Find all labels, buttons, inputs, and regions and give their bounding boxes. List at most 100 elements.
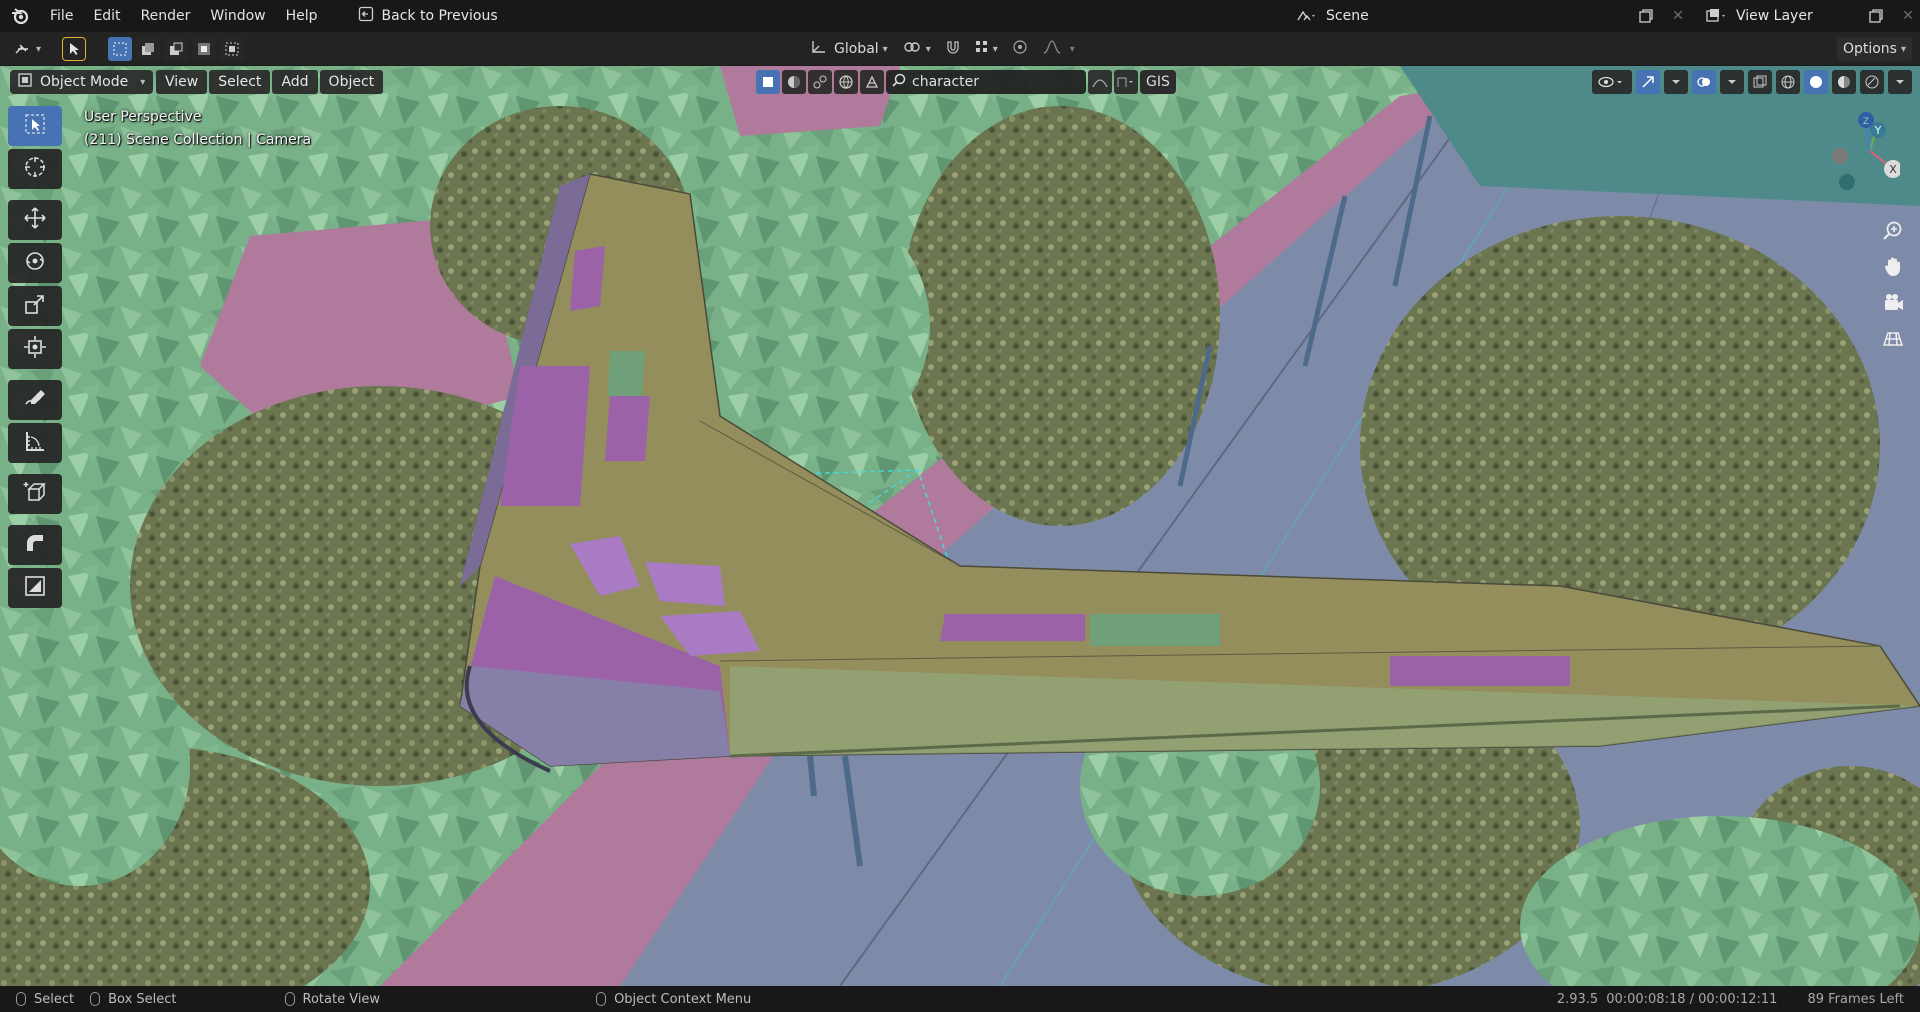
scene-selector[interactable]: Scene ✕ (1280, 3, 1690, 29)
gis-menu[interactable]: GIS (1140, 70, 1176, 94)
xray-toggle-icon[interactable] (1748, 70, 1772, 94)
options-dropdown[interactable]: Options ▾ (1836, 37, 1912, 61)
object-filter-icon[interactable] (756, 70, 780, 94)
orientation-icon (810, 39, 828, 59)
visibility-dropdown[interactable] (1592, 70, 1632, 94)
pivot-icon (902, 39, 922, 59)
overlays-toggle-icon[interactable] (1692, 70, 1716, 94)
curve-filter-icon[interactable] (1088, 70, 1112, 94)
magnet-icon (945, 39, 961, 59)
rendered-shading-icon[interactable] (1860, 70, 1884, 94)
material-filter-icon[interactable] (782, 70, 806, 94)
tool-rotate[interactable] (8, 243, 62, 283)
transform-orientation-group: Global ▾ ▾ ▾ ▾ (804, 36, 1081, 62)
tool-select-box[interactable] (8, 106, 62, 146)
orientation-dropdown[interactable]: Global ▾ (804, 37, 894, 61)
tool-add-cube[interactable] (8, 474, 62, 514)
viewport-menu-select[interactable]: Select (209, 70, 271, 94)
menu-render[interactable]: Render (131, 0, 201, 32)
tool-cursor[interactable] (8, 149, 62, 189)
select-box-icon (24, 113, 46, 139)
status-rotate-view: Rotate View (284, 992, 380, 1007)
intersect-selection-icon[interactable] (220, 37, 244, 61)
viewport-menus: View Select Add Object (156, 70, 384, 94)
remove-scene-icon[interactable]: ✕ (1666, 4, 1690, 28)
tool-shear[interactable] (8, 568, 62, 608)
ortho-grid-icon[interactable] (1878, 320, 1908, 356)
annotate-icon (23, 386, 47, 414)
world-filter-icon[interactable] (834, 70, 858, 94)
viewport-menu-add[interactable]: Add (272, 70, 318, 94)
gizmo-toggle-icon[interactable] (1636, 70, 1660, 94)
nodes-filter-icon[interactable] (808, 70, 832, 94)
menu-help[interactable]: Help (276, 0, 328, 32)
zoom-icon[interactable] (1878, 212, 1908, 248)
3d-viewport[interactable]: Object Mode ▾ View Select Add Object cha… (0, 66, 1920, 986)
viewport-shading-bar (1592, 70, 1912, 94)
search-field[interactable]: character (886, 70, 1086, 94)
chevron-down-icon: ▾ (1900, 43, 1906, 55)
editor-type-selector[interactable]: ▾ (8, 36, 47, 62)
snap-toggle[interactable] (939, 37, 967, 61)
frames-left-text: 89 Frames Left (1807, 991, 1904, 1007)
falloff-curve-icon (1042, 39, 1066, 59)
extend-selection-icon[interactable] (136, 37, 160, 61)
back-to-previous-button[interactable]: Back to Previous (350, 0, 506, 32)
tool-measure[interactable] (8, 423, 62, 463)
menu-window[interactable]: Window (200, 0, 275, 32)
scene-name: Scene (1326, 8, 1369, 24)
blender-logo-icon[interactable] (0, 0, 40, 32)
viewport-menu-object[interactable]: Object (319, 70, 384, 94)
select-tool-icon[interactable] (62, 37, 86, 61)
viewport-menu-view[interactable]: View (156, 70, 208, 94)
rotate-icon (23, 249, 47, 277)
chevron-down-icon: ▾ (1069, 43, 1075, 55)
gis-filter-bar: character GIS (756, 70, 1176, 94)
pan-hand-icon[interactable] (1878, 248, 1908, 284)
falloff-dropdown[interactable]: ▾ (1036, 37, 1081, 61)
view-layer-selector[interactable]: View Layer ✕ (1690, 3, 1920, 29)
set-new-selection-icon[interactable] (108, 37, 132, 61)
mode-filter-dropdown[interactable] (1114, 70, 1138, 94)
tool-transform[interactable] (8, 329, 62, 369)
editor-type-icon[interactable]: ▾ (8, 37, 47, 61)
camera-view-icon[interactable] (1878, 284, 1908, 320)
subtract-selection-icon[interactable] (164, 37, 188, 61)
snap-target-dropdown[interactable]: ▾ (969, 37, 1004, 61)
cursor-icon (23, 155, 47, 183)
solid-shading-icon[interactable] (1804, 70, 1828, 94)
texture-filter-icon[interactable] (860, 70, 884, 94)
menu-file[interactable]: File (40, 0, 83, 32)
options-label: Options (1842, 41, 1897, 57)
remove-view-layer-icon[interactable]: ✕ (1896, 4, 1920, 28)
navigation-gizmo[interactable]: Y Z X (1810, 106, 1902, 196)
y-axis-label: Y (1874, 124, 1882, 137)
view-layer-name: View Layer (1736, 8, 1813, 24)
object-mode-icon (18, 73, 32, 91)
mouse-drag-icon (90, 992, 101, 1006)
x-axis-label: X (1889, 163, 1897, 176)
status-bar: Select Box Select Rotate View Object Con… (0, 986, 1920, 1012)
wireframe-shading-icon[interactable] (1776, 70, 1800, 94)
material-preview-icon[interactable] (1832, 70, 1856, 94)
tool-annotate[interactable] (8, 380, 62, 420)
proportional-edit-toggle[interactable] (1006, 37, 1034, 61)
top-menubar: File Edit Render Window Help Back to Pre… (0, 0, 1920, 32)
timecode-text: 00:00:08:18 / 00:00:12:11 (1606, 991, 1778, 1007)
new-view-layer-icon[interactable] (1864, 4, 1888, 28)
tool-scale[interactable] (8, 286, 62, 326)
shading-dropdown[interactable] (1888, 70, 1912, 94)
overlays-dropdown[interactable] (1720, 70, 1744, 94)
gizmo-dropdown[interactable] (1664, 70, 1688, 94)
object-mode-dropdown[interactable]: Object Mode ▾ (10, 70, 154, 94)
menu-edit[interactable]: Edit (83, 0, 130, 32)
tool-move[interactable] (8, 200, 62, 240)
invert-selection-icon[interactable] (192, 37, 216, 61)
chevron-down-icon: ▾ (925, 43, 931, 55)
tool-extrude[interactable] (8, 525, 62, 565)
new-scene-icon[interactable] (1634, 4, 1658, 28)
neg-y-axis-handle (1839, 174, 1855, 190)
pivot-dropdown[interactable]: ▾ (896, 37, 937, 61)
z-axis-label: Z (1863, 117, 1869, 127)
add-cube-icon (23, 480, 47, 508)
